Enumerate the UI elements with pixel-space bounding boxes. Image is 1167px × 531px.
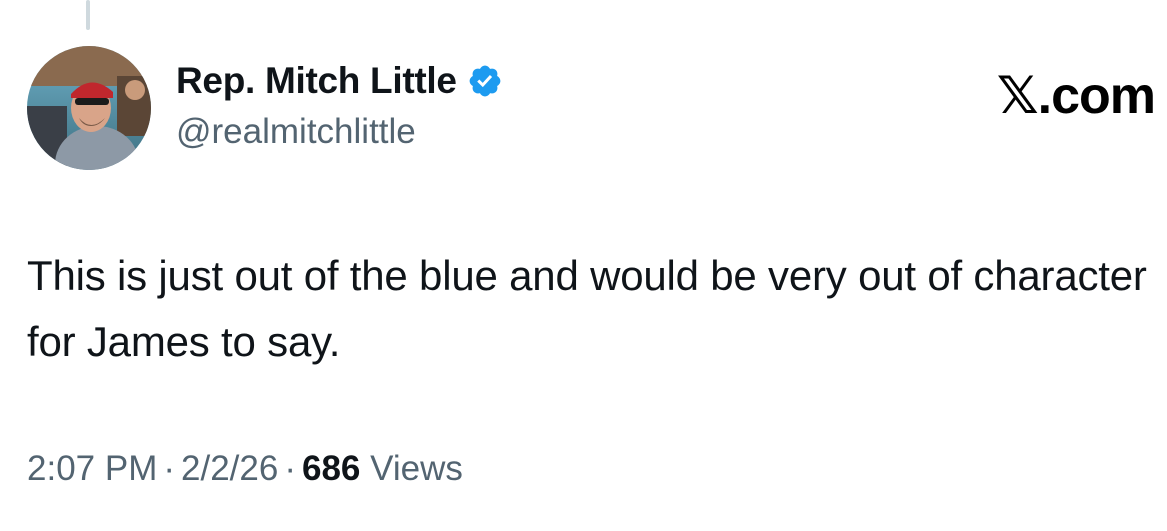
thread-connector-line [86,0,90,30]
avatar[interactable] [27,46,151,170]
tweet-meta: 2:07 PM · 2/2/26 · 686 Views [27,449,463,489]
meta-separator: · [163,449,176,488]
author-name-row: Rep. Mitch Little [176,60,503,102]
verified-badge-icon [467,63,503,99]
profile-photo-icon [27,46,151,170]
x-com-logo: 𝕏.com [996,67,1156,125]
tweet-date[interactable]: 2/2/26 [181,449,278,488]
views-count: 686 [301,449,361,488]
author-handle[interactable]: @realmitchlittle [176,112,416,152]
tweet-time[interactable]: 2:07 PM [27,449,157,488]
meta-separator: · [284,449,296,488]
author-display-name[interactable]: Rep. Mitch Little [176,60,457,102]
views-label: Views [370,449,463,488]
tweet-text: This is just out of the blue and would b… [27,252,1147,365]
